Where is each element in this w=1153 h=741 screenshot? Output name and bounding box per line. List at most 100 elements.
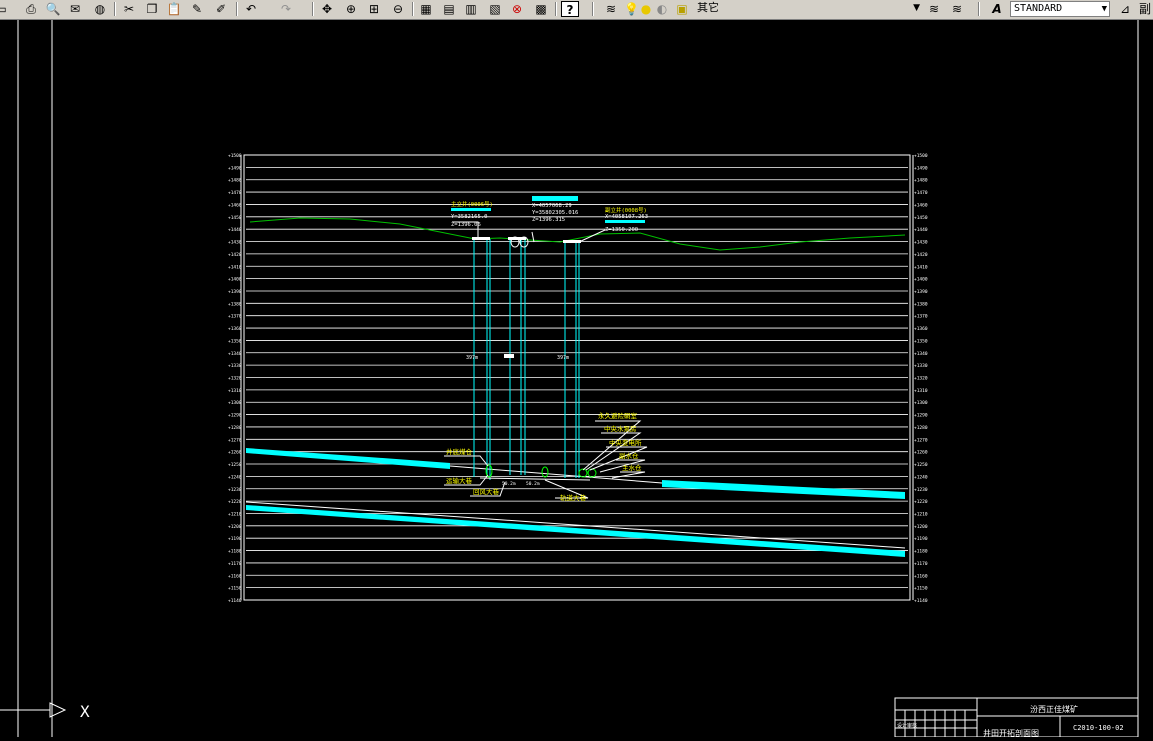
elevation-label: +1250	[914, 462, 928, 468]
elevation-label: +1190	[914, 536, 928, 542]
elevation-label: +1320	[914, 376, 928, 382]
title-block-cell-design: 设计	[897, 722, 907, 729]
elevation-label: +1270	[914, 437, 928, 443]
properties-icon[interactable]: ▦	[417, 1, 435, 17]
chevron-down-icon: ▼	[913, 3, 920, 13]
layer-viewport-icon[interactable]: ◐	[656, 1, 668, 17]
elevation-label: +1330	[228, 363, 242, 369]
tool-palettes-icon[interactable]: ▥	[462, 1, 480, 17]
dim-style-label: 副	[1138, 2, 1151, 16]
calculator-icon[interactable]: ▩	[532, 1, 550, 17]
elevation-label: +1230	[228, 487, 242, 493]
elevation-label: +1300	[914, 400, 928, 406]
sheet-set-icon[interactable]: ▧	[486, 1, 504, 17]
elevation-label: +1280	[914, 425, 928, 431]
layer-freeze-icon[interactable]: ●	[640, 1, 652, 17]
elevation-label: +1150	[228, 586, 242, 592]
elevation-label: +1260	[228, 450, 242, 456]
block-editor-icon[interactable]: ✐	[212, 1, 230, 17]
label-aux-sump: 副水仓	[619, 451, 639, 460]
web-icon[interactable]: ◍	[91, 1, 109, 17]
zoom-realtime-icon[interactable]: ⊕	[342, 1, 360, 17]
toolbar-separator	[236, 2, 238, 16]
elevation-label: +1220	[228, 499, 242, 505]
title-block-drawing-no: C2010-100-02	[1073, 724, 1124, 732]
label-main-sump: 主水仓	[622, 463, 642, 472]
elevation-label: +1470	[228, 190, 242, 196]
elevation-label: +1490	[914, 165, 928, 171]
elevation-label: +1380	[228, 301, 242, 307]
elevation-label: +1430	[914, 240, 928, 246]
elevation-label: +1170	[228, 561, 242, 567]
toolbar-separator	[555, 2, 557, 16]
small-dim-2: 50.2m	[526, 481, 540, 487]
elevation-label: +1340	[914, 351, 928, 357]
text-style-icon[interactable]: A	[988, 1, 1006, 17]
elevation-label: +1200	[914, 524, 928, 530]
plot-preview-icon[interactable]: 🔍	[44, 1, 62, 17]
paste-icon[interactable]: 📋	[165, 1, 183, 17]
elevation-label: +1350	[914, 338, 928, 344]
print-icon[interactable]: ⎙	[22, 1, 40, 17]
elevation-label: +1360	[914, 326, 928, 332]
toolbar-separator	[592, 2, 594, 16]
elevation-label: +1370	[228, 314, 242, 320]
layer-on-icon[interactable]: 💡	[624, 1, 639, 17]
drawing-canvas[interactable]: +1500 +1490 +1480 +1470 +1460 +1450 +1440 +1430…	[0, 20, 1153, 738]
elevation-label: +1340	[228, 351, 242, 357]
elevation-label: +1440	[914, 227, 928, 233]
match-properties-icon[interactable]: ✎	[188, 1, 206, 17]
elevation-label: +1490	[228, 165, 242, 171]
layer-dropdown[interactable]: 其它 ▼	[694, 1, 922, 17]
pan-icon[interactable]: ✥	[318, 1, 336, 17]
ground-surface-line	[249, 217, 906, 251]
toolbar-separator	[312, 2, 314, 16]
coal-seam-upper-right	[662, 480, 905, 499]
elevation-label: +1180	[914, 549, 928, 555]
elevation-label: +1410	[228, 264, 242, 270]
zoom-window-icon[interactable]: ▭	[0, 1, 10, 17]
elevation-label: +1450	[228, 215, 242, 221]
shaft1-title: 主立井(0006号)	[451, 200, 493, 208]
toolbar-separator	[114, 2, 116, 16]
elevation-label: +1160	[228, 573, 242, 579]
layer-lock-icon[interactable]: ▣	[676, 1, 688, 17]
elevation-label: +1360	[228, 326, 242, 332]
text-style-dropdown[interactable]: STANDARD ▼	[1010, 1, 1110, 17]
zoom-previous-icon[interactable]: ⊖	[389, 1, 407, 17]
coal-seam-lower	[246, 505, 905, 557]
layer-manager-icon[interactable]: ≋	[602, 1, 620, 17]
layer-dropdown-value: 其它	[697, 1, 719, 14]
elevation-label: +1240	[914, 474, 928, 480]
zoom-window2-icon[interactable]: ⊞	[365, 1, 383, 17]
design-center-icon[interactable]: ▤	[440, 1, 458, 17]
elevation-label: +1210	[228, 511, 242, 517]
elevation-labels-right: +1500 +1490 +1480 +1470 +1460 +1450 +1440 +1430…	[914, 153, 928, 604]
small-dim-1: 50.2m	[502, 481, 516, 487]
ucs-icon	[0, 702, 67, 718]
help-icon[interactable]: ?	[561, 1, 579, 17]
copy-icon[interactable]: ❐	[143, 1, 161, 17]
undo-icon[interactable]: ↶	[242, 1, 260, 17]
chevron-down-icon: ▼	[1101, 4, 1107, 14]
dim-style-icon[interactable]: ⊿	[1116, 1, 1134, 17]
elevation-label: +1240	[228, 474, 242, 480]
elevation-label: +1250	[228, 462, 242, 468]
shaft1-z: Z=1396.06	[451, 222, 481, 228]
shaft2-x: X=4057068.29	[532, 203, 572, 209]
cut-icon[interactable]: ✂	[120, 1, 138, 17]
elevation-label: +1230	[914, 487, 928, 493]
text-style-value: STANDARD	[1014, 3, 1063, 14]
elevation-label: +1140	[914, 598, 928, 604]
publish-icon[interactable]: ✉	[66, 1, 84, 17]
elevation-label: +1480	[914, 178, 928, 184]
layer-states-icon[interactable]: ≋	[948, 1, 966, 17]
elevation-label: +1370	[914, 314, 928, 320]
markup-icon[interactable]: ⊗	[508, 1, 526, 17]
layer-previous-icon[interactable]: ≋	[925, 1, 943, 17]
elevation-label: +1390	[914, 289, 928, 295]
elevation-label: +1430	[228, 240, 242, 246]
elevation-label: +1290	[228, 413, 242, 419]
title-block-cell-review: 审核	[907, 722, 917, 729]
redo-icon[interactable]: ↷	[277, 1, 295, 17]
